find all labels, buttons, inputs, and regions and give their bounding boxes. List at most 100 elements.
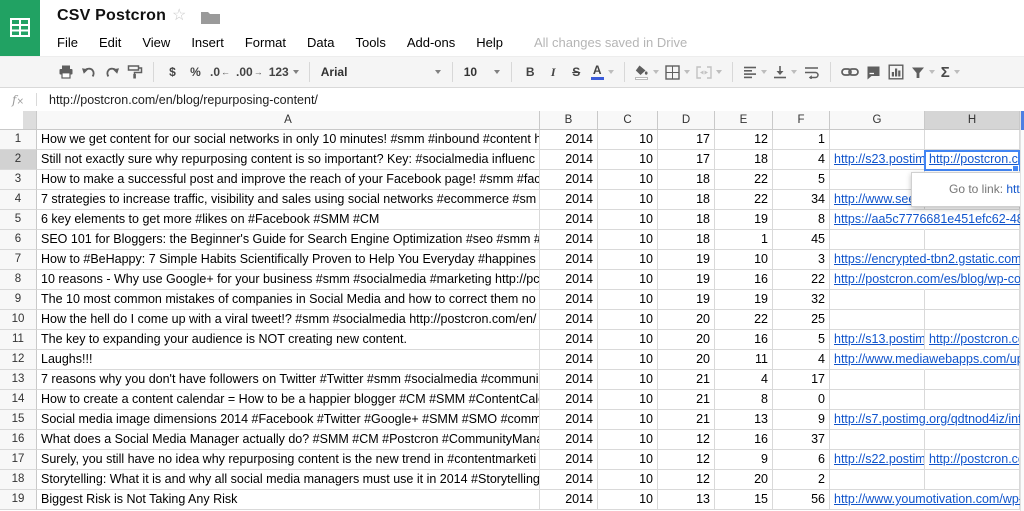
format-currency-button[interactable]: $ (161, 60, 184, 84)
cell-D9[interactable]: 19 (658, 290, 715, 310)
cell-F1[interactable]: 1 (773, 130, 830, 150)
column-header-A[interactable]: A (37, 111, 540, 130)
cell-A15[interactable]: Social media image dimensions 2014 #Face… (37, 410, 540, 430)
menu-data[interactable]: Data (307, 35, 334, 50)
document-title[interactable]: CSV Postcron (57, 7, 166, 25)
strikethrough-button[interactable]: S (565, 60, 588, 84)
column-header-F[interactable]: F (773, 111, 830, 130)
cell-D5[interactable]: 18 (658, 210, 715, 230)
cell-H6[interactable] (925, 230, 1020, 250)
cell-B7[interactable]: 2014 (540, 250, 598, 270)
undo-button[interactable] (77, 60, 100, 84)
row-header-5[interactable]: 5 (0, 210, 37, 230)
star-icon[interactable]: ☆ (172, 7, 186, 25)
row-header-10[interactable]: 10 (0, 310, 37, 330)
cell-G14[interactable] (830, 390, 925, 410)
cell-C13[interactable]: 10 (598, 370, 658, 390)
functions-button[interactable]: Σ (938, 60, 963, 84)
cell-B12[interactable]: 2014 (540, 350, 598, 370)
cell-E5[interactable]: 19 (715, 210, 773, 230)
column-header-B[interactable]: B (540, 111, 598, 130)
row-header-13[interactable]: 13 (0, 370, 37, 390)
cell-C9[interactable]: 10 (598, 290, 658, 310)
cell-A5[interactable]: 6 key elements to get more #likes on #Fa… (37, 210, 540, 230)
cell-A16[interactable]: What does a Social Media Manager actuall… (37, 430, 540, 450)
cell-G15[interactable]: http://s7.postimg.org/qdtnod4iz/inf (830, 410, 925, 430)
cell-D6[interactable]: 18 (658, 230, 715, 250)
cell-A10[interactable]: How the hell do I come up with a viral t… (37, 310, 540, 330)
menu-insert[interactable]: Insert (191, 35, 224, 50)
cell-G8[interactable]: http://postcron.com/es/blog/wp-co (830, 270, 925, 290)
cell-B15[interactable]: 2014 (540, 410, 598, 430)
cell-E8[interactable]: 16 (715, 270, 773, 290)
cell-E13[interactable]: 4 (715, 370, 773, 390)
cell-B3[interactable]: 2014 (540, 170, 598, 190)
cell-A4[interactable]: 7 strategies to increase traffic, visibi… (37, 190, 540, 210)
cell-B10[interactable]: 2014 (540, 310, 598, 330)
cell-G12[interactable]: http://www.mediawebapps.com/up (830, 350, 925, 370)
cell-C14[interactable]: 10 (598, 390, 658, 410)
cell-D19[interactable]: 13 (658, 490, 715, 510)
bold-button[interactable]: B (519, 60, 542, 84)
cell-H16[interactable] (925, 430, 1020, 450)
cell-A9[interactable]: The 10 most common mistakes of companies… (37, 290, 540, 310)
format-percent-button[interactable]: % (184, 60, 207, 84)
cell-F7[interactable]: 3 (773, 250, 830, 270)
cell-F5[interactable]: 8 (773, 210, 830, 230)
cell-E18[interactable]: 20 (715, 470, 773, 490)
row-header-7[interactable]: 7 (0, 250, 37, 270)
cell-H1[interactable] (925, 130, 1020, 150)
cell-D13[interactable]: 21 (658, 370, 715, 390)
column-header-E[interactable]: E (715, 111, 773, 130)
cell-B14[interactable]: 2014 (540, 390, 598, 410)
cell-F6[interactable]: 45 (773, 230, 830, 250)
cell-F16[interactable]: 37 (773, 430, 830, 450)
cell-A3[interactable]: How to make a successful post and improv… (37, 170, 540, 190)
cell-C2[interactable]: 10 (598, 150, 658, 170)
cell-B17[interactable]: 2014 (540, 450, 598, 470)
cell-B9[interactable]: 2014 (540, 290, 598, 310)
row-header-16[interactable]: 16 (0, 430, 37, 450)
cell-A2[interactable]: Still not exactly sure why repurposing c… (37, 150, 540, 170)
cell-C17[interactable]: 10 (598, 450, 658, 470)
row-header-12[interactable]: 12 (0, 350, 37, 370)
cell-B4[interactable]: 2014 (540, 190, 598, 210)
menu-file[interactable]: File (57, 35, 78, 50)
save-status[interactable]: All changes saved in Drive (534, 35, 687, 50)
cell-D2[interactable]: 17 (658, 150, 715, 170)
cell-G13[interactable] (830, 370, 925, 390)
cell-F15[interactable]: 9 (773, 410, 830, 430)
cell-F9[interactable]: 32 (773, 290, 830, 310)
row-header-19[interactable]: 19 (0, 490, 37, 510)
cell-C1[interactable]: 10 (598, 130, 658, 150)
cell-F13[interactable]: 17 (773, 370, 830, 390)
cell-H10[interactable] (925, 310, 1020, 330)
cell-H18[interactable] (925, 470, 1020, 490)
cell-B5[interactable]: 2014 (540, 210, 598, 230)
cell-G5[interactable]: https://aa5c7776681e451efc62-48b (830, 210, 925, 230)
italic-button[interactable]: I (542, 60, 565, 84)
cell-D10[interactable]: 20 (658, 310, 715, 330)
cell-H9[interactable] (925, 290, 1020, 310)
cell-E6[interactable]: 1 (715, 230, 773, 250)
cell-C18[interactable]: 10 (598, 470, 658, 490)
row-header-3[interactable]: 3 (0, 170, 37, 190)
fill-handle[interactable] (1012, 165, 1019, 172)
insert-link-button[interactable] (838, 60, 862, 84)
column-header-C[interactable]: C (598, 111, 658, 130)
cell-D1[interactable]: 17 (658, 130, 715, 150)
cell-E17[interactable]: 9 (715, 450, 773, 470)
row-header-9[interactable]: 9 (0, 290, 37, 310)
cell-B2[interactable]: 2014 (540, 150, 598, 170)
select-all-corner[interactable] (0, 111, 37, 130)
cell-B13[interactable]: 2014 (540, 370, 598, 390)
insert-chart-button[interactable] (885, 60, 908, 84)
cell-G9[interactable] (830, 290, 925, 310)
cell-F18[interactable]: 2 (773, 470, 830, 490)
font-size-dropdown[interactable]: 10 (460, 60, 504, 84)
row-header-18[interactable]: 18 (0, 470, 37, 490)
cell-C3[interactable]: 10 (598, 170, 658, 190)
row-header-8[interactable]: 8 (0, 270, 37, 290)
cell-C11[interactable]: 10 (598, 330, 658, 350)
cell-F11[interactable]: 5 (773, 330, 830, 350)
